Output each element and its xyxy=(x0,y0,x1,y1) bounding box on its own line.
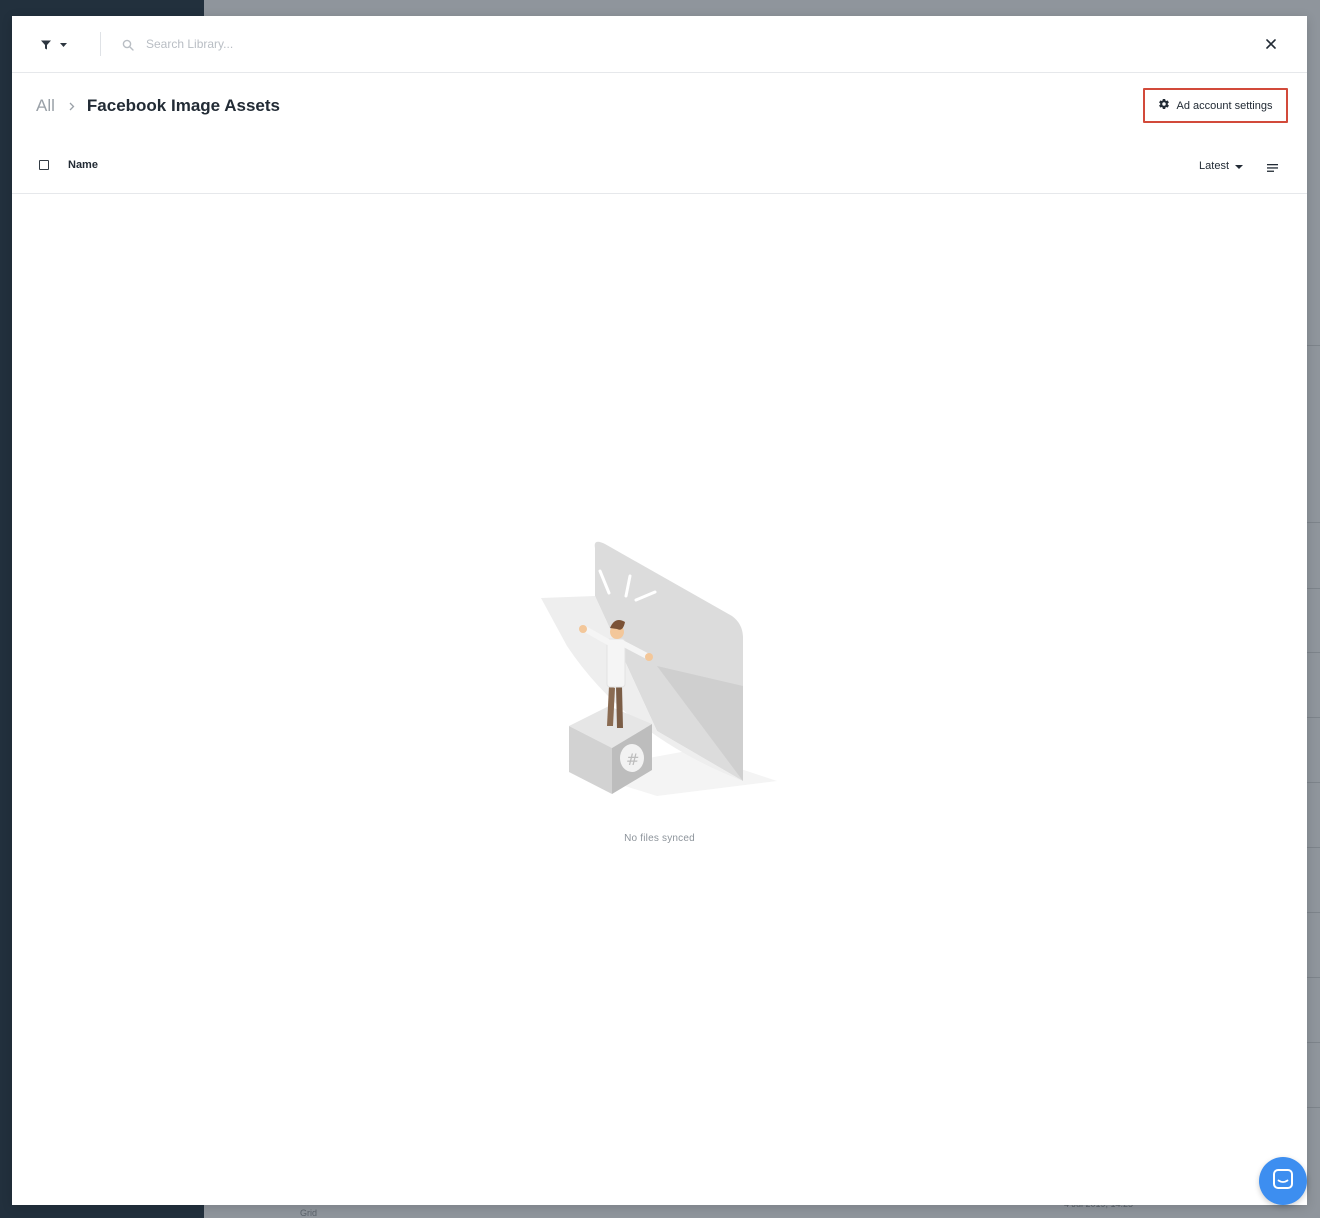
ad-account-settings-button[interactable]: Ad account settings xyxy=(1143,88,1288,123)
chat-launcher-button[interactable] xyxy=(1259,1157,1307,1205)
page-title: Facebook Image Assets xyxy=(86,96,280,115)
gear-icon xyxy=(1158,98,1170,113)
breadcrumb-root[interactable]: All xyxy=(36,96,55,116)
empty-state-message: No files synced xyxy=(624,833,695,844)
filter-icon xyxy=(40,39,52,51)
background-footer: Grid 4 Jul 2019, 14:25 xyxy=(204,1199,1320,1218)
list-view-icon xyxy=(1267,160,1279,177)
select-all-checkbox[interactable] xyxy=(39,160,49,170)
empty-state: # No files synced xyxy=(12,536,1307,856)
filter-button[interactable] xyxy=(40,34,80,56)
close-icon xyxy=(1263,39,1279,56)
topbar-divider xyxy=(100,32,101,56)
sort-label: Latest xyxy=(1199,160,1229,172)
list-view-button[interactable] xyxy=(1267,160,1279,178)
svg-text:#: # xyxy=(626,750,639,769)
sort-dropdown[interactable]: Latest xyxy=(1199,160,1243,172)
breadcrumb: All Facebook Image Assets xyxy=(36,96,280,116)
chevron-down-icon xyxy=(60,43,67,47)
library-modal: All Facebook Image Assets Ad account set… xyxy=(12,16,1307,1205)
table-header: Name Latest xyxy=(12,146,1307,194)
close-button[interactable] xyxy=(1263,36,1279,52)
column-header-name[interactable]: Name xyxy=(68,159,98,171)
background-footer-label: Grid xyxy=(300,1208,318,1218)
chevron-right-icon xyxy=(69,102,75,111)
empty-state-illustration: # xyxy=(537,536,787,806)
ad-account-settings-label: Ad account settings xyxy=(1176,99,1273,112)
chat-icon xyxy=(1272,1168,1294,1195)
search-icon xyxy=(122,38,134,56)
chevron-down-icon xyxy=(1235,160,1243,172)
modal-topbar xyxy=(12,16,1307,73)
search-input[interactable] xyxy=(146,32,746,56)
